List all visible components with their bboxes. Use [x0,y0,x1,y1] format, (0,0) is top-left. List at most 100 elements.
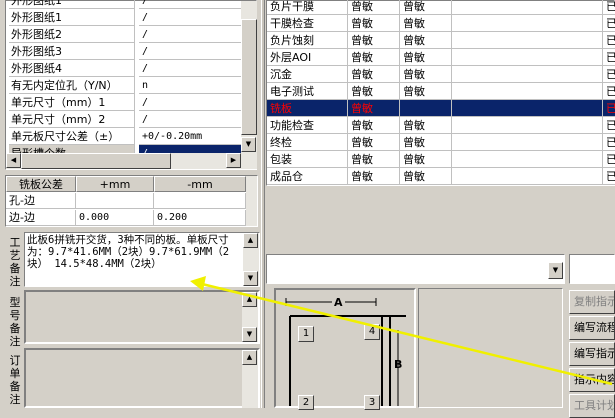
model-memo-scrollbar[interactable]: ▲ ▼ [242,292,258,342]
order-memo-textarea[interactable]: ▲ [24,348,260,408]
tolerance-row-label: 孔-边 [6,193,76,209]
operator-cell: 曾敏 [348,0,400,15]
edit-instruction-button[interactable]: 编写指示 [569,342,615,366]
scroll-left-icon[interactable]: ◀ [6,153,21,168]
instruction-combo[interactable]: ▼ [266,254,565,284]
tolerance-header-minus: -mm [154,176,246,192]
status-cell: 已 [603,0,615,15]
operator-cell: 曾敏 [348,100,400,117]
hscrollbar-thumb[interactable] [21,153,171,169]
property-value[interactable]: / [139,111,242,128]
process-memo-label: 工艺备注 [9,236,21,288]
property-name: 外形图纸4 [9,60,135,77]
process-step-cell: 负片干膜 [267,0,348,15]
note-cell [452,49,603,66]
status-cell: 已 [603,134,615,151]
scroll-up-icon[interactable]: ▲ [242,350,257,365]
checker-cell: 曾敏 [400,134,452,151]
panel-layout-svg [285,298,406,406]
tolerance-header-name: 铣板公差 [6,176,76,192]
process-row[interactable]: 负片干膜曾敏曾敏已 [267,0,615,15]
process-row[interactable]: 包装曾敏曾敏已 [267,151,615,168]
status-cell: 已 [603,15,615,32]
property-name: 单元板尺寸公差（±） [9,128,135,145]
note-cell [452,83,603,100]
checker-cell: 曾敏 [400,83,452,100]
process-row[interactable]: 沉金曾敏曾敏已 [267,66,615,83]
dimension-label-b: B [394,358,403,371]
panel-splitter[interactable] [261,0,265,408]
process-memo-textarea[interactable]: 此板6拼铣开交货，3种不同的板。单板尺寸为：9.7*41.6MM（2块）9.7*… [24,232,260,287]
drawing-panel: A B 1 4 2 3 [266,288,565,410]
process-row[interactable]: 电子测试曾敏曾敏已 [267,83,615,100]
order-memo-label: 订单备注 [9,354,21,406]
process-step-cell: 铣板 [267,100,348,117]
checker-cell: 曾敏 [400,66,452,83]
property-value[interactable]: / [139,60,242,77]
process-table[interactable]: 负片干膜曾敏曾敏已干膜检查曾敏曾敏已负片蚀刻曾敏曾敏已外层AOI曾敏曾敏已沉金曾… [266,0,615,186]
process-row[interactable]: 功能检查曾敏曾敏已 [267,117,615,134]
tolerance-plus-cell[interactable] [76,193,154,209]
status-cell: 已 [603,100,615,117]
tolerance-table[interactable]: 铣板公差 +mm -mm 孔-边 边-边 0.000 0.200 [5,175,258,227]
tolerance-minus-cell[interactable]: 0.200 [154,210,246,226]
order-memo-scrollbar[interactable]: ▲ [242,350,258,408]
status-cell: 已 [603,66,615,83]
process-step-cell: 功能检查 [267,117,348,134]
instruction-combo-2[interactable] [569,254,615,284]
status-cell: 已 [603,83,615,100]
note-cell [452,0,603,15]
process-row[interactable]: 铣板曾敏 已 [267,100,615,117]
tolerance-scrollbar[interactable] [246,176,257,226]
process-row[interactable]: 干膜检查曾敏曾敏已 [267,15,615,32]
tool-plan-button[interactable]: 工具计划 [569,394,615,418]
operator-cell: 曾敏 [348,168,400,185]
property-value[interactable]: / [139,43,242,60]
process-memo-scrollbar[interactable]: ▲ ▼ [243,233,259,286]
property-name: 单元尺寸（mm）2 [9,111,135,128]
process-memo-text: 此板6拼铣开交货，3种不同的板。单板尺寸为：9.7*41.6MM（2块）9.7*… [27,234,230,270]
scroll-up-icon[interactable]: ▲ [243,233,258,248]
scroll-up-icon[interactable]: ▲ [242,292,257,307]
property-name: 外形图纸2 [9,26,135,43]
scroll-down-icon[interactable]: ▼ [242,327,257,342]
copy-instruction-button[interactable]: 复制指示 [569,290,615,314]
process-row[interactable]: 终检曾敏曾敏已 [267,134,615,151]
property-value[interactable]: n [139,77,242,94]
tolerance-plus-cell[interactable]: 0.000 [76,210,154,226]
note-cell [452,151,603,168]
status-cell: 已 [603,168,615,185]
property-name: 外形图纸3 [9,43,135,60]
property-grid[interactable]: 外形图纸1 / 外形图纸1/外形图纸2/外形图纸3/外形图纸4/有无内定位孔（Y… [5,0,257,170]
property-value[interactable]: +0/-0.20mm [139,128,242,145]
process-row[interactable]: 成品仓曾敏曾敏已 [267,168,615,185]
process-row[interactable]: 负片蚀刻曾敏曾敏已 [267,32,615,49]
chevron-down-icon[interactable]: ▼ [548,262,563,279]
note-cell [452,15,603,32]
operator-cell: 曾敏 [348,83,400,100]
property-value[interactable]: / [139,9,242,26]
scroll-down-icon[interactable]: ▼ [241,137,256,152]
checker-cell: 曾敏 [400,15,452,32]
property-grid-hscrollbar[interactable]: ◀ ▶ [6,153,241,169]
property-value[interactable]: / [139,94,242,111]
operator-cell: 曾敏 [348,134,400,151]
process-step-cell: 负片蚀刻 [267,32,348,49]
checker-cell: 曾敏 [400,32,452,49]
tolerance-minus-cell[interactable] [154,193,246,209]
status-cell: 已 [603,49,615,66]
property-grid-scrollbar[interactable]: ▼ [241,1,257,169]
instruction-content-button[interactable]: 指示内容 [569,368,615,392]
checker-cell: 曾敏 [400,49,452,66]
edit-flow-button[interactable]: 编写流程 [569,316,615,340]
status-cell: 已 [603,151,615,168]
scroll-down-icon[interactable]: ▼ [243,271,258,286]
model-memo-textarea[interactable]: ▲ ▼ [24,290,260,344]
tolerance-row-label: 边-边 [6,210,76,226]
scroll-right-icon[interactable]: ▶ [226,153,241,168]
scrollbar-thumb[interactable] [241,19,257,135]
process-step-cell: 包装 [267,151,348,168]
process-row[interactable]: 外层AOI曾敏曾敏已 [267,49,615,66]
property-value[interactable]: / [139,26,242,43]
property-name: 外形图纸1 [9,9,135,26]
